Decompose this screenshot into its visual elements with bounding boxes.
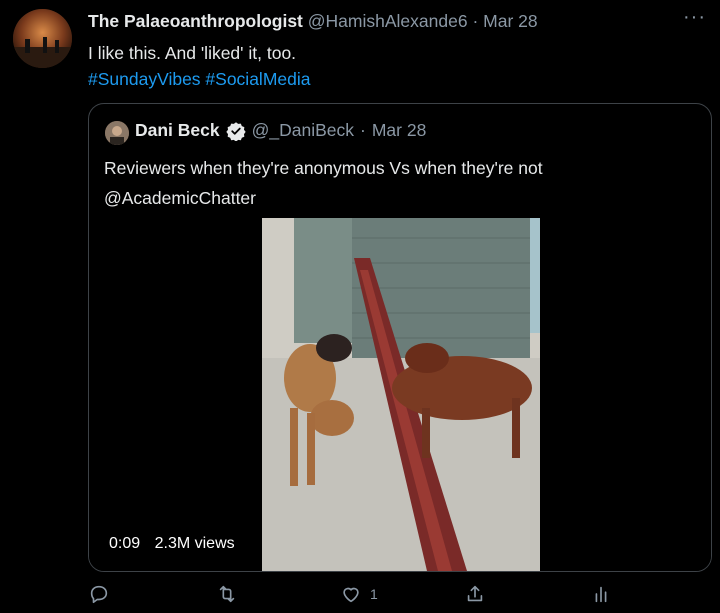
share-icon (467, 585, 483, 602)
author-name[interactable]: The Palaeoanthropologist (88, 11, 303, 31)
hashtag-link[interactable]: #SocialMedia (205, 69, 310, 89)
like-icon (343, 587, 359, 603)
verified-badge-icon (225, 121, 246, 142)
video-overlay: 0:09 2.3M views (109, 535, 245, 553)
like-button[interactable]: 1 (340, 583, 378, 605)
tweet-date[interactable]: Mar 28 (483, 11, 537, 31)
quoted-tweet-header: Dani Beck @_DaniBeck · Mar 28 (135, 120, 426, 142)
tweet-actions: 1 (88, 583, 628, 611)
reply-icon (90, 585, 108, 604)
author-avatar[interactable] (13, 9, 72, 68)
quoted-author-avatar[interactable] (105, 121, 129, 145)
video-thumbnail (262, 218, 540, 571)
video-views: 2.3M views (154, 535, 235, 552)
author-handle[interactable]: @HamishAlexande6 (308, 11, 468, 31)
hashtag-link[interactable]: #SundayVibes (88, 69, 201, 89)
analytics-icon (595, 586, 607, 603)
quoted-tweet-text: Reviewers when they're anonymous Vs when… (104, 153, 543, 213)
quoted-text-line: Reviewers when they're anonymous Vs when… (104, 158, 543, 178)
more-options-icon[interactable]: ··· (683, 6, 706, 29)
quoted-author-handle[interactable]: @_DaniBeck (252, 120, 354, 141)
quoted-tweet[interactable]: Dani Beck @_DaniBeck · Mar 28 Reviewers … (88, 103, 712, 572)
quoted-author-name[interactable]: Dani Beck (135, 120, 220, 141)
video-player[interactable]: 0:09 2.3M views (89, 218, 711, 571)
tweet: The Palaeoanthropologist @HamishAlexande… (0, 0, 720, 613)
video-duration: 0:09 (109, 535, 141, 552)
separator: · (472, 11, 479, 31)
like-count: 1 (370, 586, 378, 602)
retweet-icon (219, 585, 235, 603)
analytics-button[interactable] (590, 583, 612, 605)
tweet-text: I like this. And 'liked' it, too. (88, 43, 297, 63)
quoted-tweet-date[interactable]: Mar 28 (372, 120, 426, 141)
tweet-hashtags: #SundayVibes #SocialMedia (88, 66, 310, 92)
retweet-button[interactable] (216, 583, 238, 605)
reply-button[interactable] (88, 583, 110, 605)
separator: · (360, 120, 366, 140)
mention-link[interactable]: @AcademicChatter (104, 183, 543, 213)
tweet-header: The Palaeoanthropologist @HamishAlexande… (88, 11, 538, 32)
share-button[interactable] (464, 583, 486, 605)
